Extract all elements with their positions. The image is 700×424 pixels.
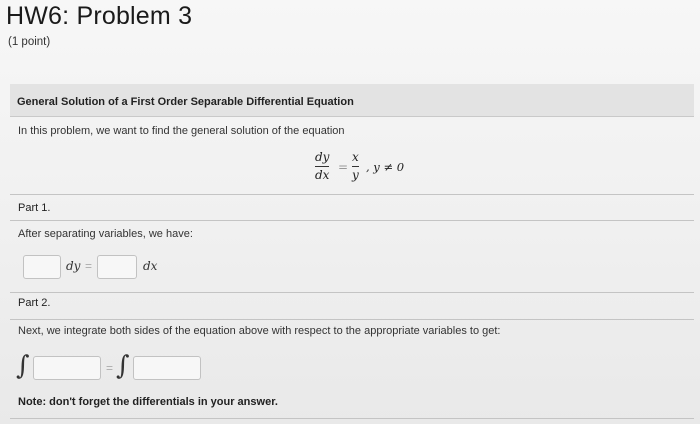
divider xyxy=(10,220,694,221)
divider xyxy=(10,292,694,293)
part1-right-input[interactable] xyxy=(97,255,137,279)
divider xyxy=(10,418,694,419)
part1-text: After separating variables, we have: xyxy=(18,228,193,240)
part2-right-input[interactable] xyxy=(133,356,201,380)
fraction-bar xyxy=(315,166,330,167)
part1-equals: = xyxy=(85,259,93,273)
rhs-fraction: x y xyxy=(352,150,359,183)
points-label: (1 point) xyxy=(8,36,51,48)
lhs-fraction: dy dx xyxy=(315,150,330,183)
part1-label: Part 1. xyxy=(18,202,51,214)
integral-sign-left: ∫ xyxy=(16,351,30,381)
problem-page: HW6: Problem 3 (1 point) General Solutio… xyxy=(0,0,700,424)
part2-equals: = xyxy=(106,361,114,375)
fraction-bar xyxy=(352,166,359,167)
integral-sign-right: ∫ xyxy=(116,351,130,381)
part2-text: Next, we integrate both sides of the equ… xyxy=(18,325,501,337)
part2-label: Part 2. xyxy=(18,297,51,309)
lhs-numerator: dy xyxy=(315,150,330,164)
equals-sign: = xyxy=(338,160,349,174)
part1-dx: dx xyxy=(143,259,158,273)
intro-text: In this problem, we want to find the gen… xyxy=(18,125,345,137)
divider xyxy=(10,194,694,195)
part1-left-input[interactable] xyxy=(23,255,61,279)
rhs-numerator: x xyxy=(352,150,359,164)
section-header: General Solution of a First Order Separa… xyxy=(10,84,694,117)
main-equation: dy dx = x y , y ≠ 0 xyxy=(300,150,440,186)
rhs-denominator: y xyxy=(352,168,359,182)
page-title: HW6: Problem 3 xyxy=(6,2,193,30)
note-text: Note: don't forget the differentials in … xyxy=(18,396,278,408)
divider xyxy=(10,319,694,320)
equation-condition: , y ≠ 0 xyxy=(366,160,405,174)
section-title: General Solution of a First Order Separa… xyxy=(17,96,354,108)
part1-dy: dy xyxy=(66,259,81,273)
part2-left-input[interactable] xyxy=(33,356,101,380)
lhs-denominator: dx xyxy=(315,168,330,182)
